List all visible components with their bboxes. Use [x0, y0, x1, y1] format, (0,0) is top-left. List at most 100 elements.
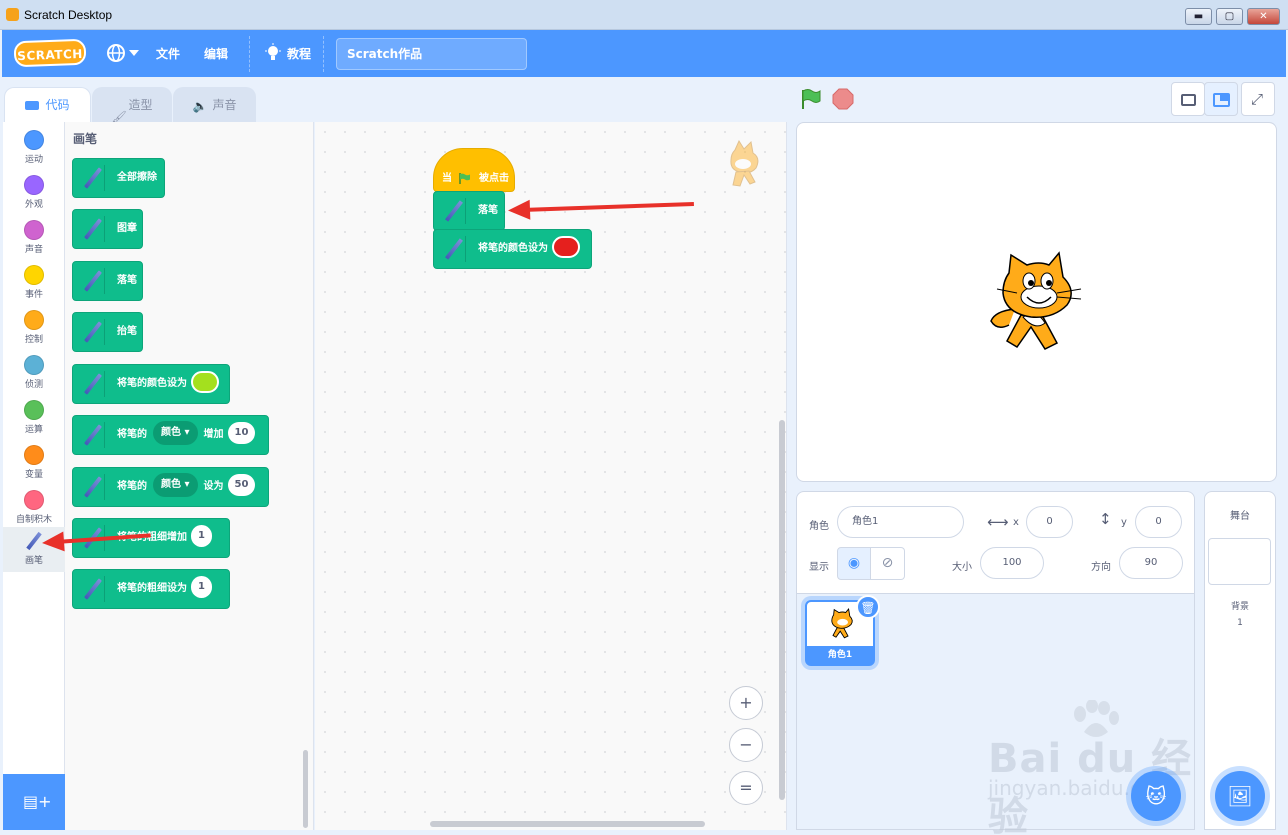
- normal-stage-button[interactable]: [1204, 82, 1238, 116]
- category-variables[interactable]: 变量: [3, 441, 65, 486]
- block-erase-all[interactable]: 全部擦除: [72, 158, 165, 198]
- stage-title: 舞台: [1230, 511, 1250, 522]
- category-my-blocks[interactable]: 自制积木: [3, 486, 65, 531]
- size-label: 大小: [952, 562, 972, 573]
- workspace-vertical-scrollbar[interactable]: [779, 420, 785, 800]
- block-label: 抬笔: [117, 326, 137, 337]
- category-dot: [24, 220, 44, 240]
- x-input[interactable]: 0: [1026, 506, 1073, 538]
- block-set-pen-param[interactable]: 将笔的 颜色 ▾ 设为 50: [72, 467, 269, 507]
- category-dot: [24, 265, 44, 285]
- hat-when-flag-clicked[interactable]: 当 被点击: [433, 148, 515, 192]
- param-dropdown[interactable]: 颜色 ▾: [153, 473, 198, 497]
- category-motion[interactable]: 运动: [3, 126, 65, 171]
- category-dot: [24, 175, 44, 195]
- block-label: 将笔的颜色设为: [478, 243, 548, 254]
- fullscreen-button[interactable]: ⤢: [1241, 82, 1275, 116]
- palette-scrollbar[interactable]: [303, 750, 308, 828]
- block-pen-up[interactable]: 抬笔: [72, 312, 143, 352]
- minimize-button[interactable]: ▬: [1185, 8, 1212, 25]
- edit-menu[interactable]: 编辑: [204, 45, 228, 62]
- block-label: 将笔的: [117, 429, 147, 440]
- tab-code[interactable]: 代码: [4, 87, 91, 124]
- block-label: 设为: [203, 481, 224, 492]
- stage-canvas[interactable]: [796, 122, 1277, 482]
- globe-icon[interactable]: [106, 43, 126, 63]
- tab-costumes[interactable]: 🖌造型: [92, 87, 172, 124]
- ws-block-pen-down[interactable]: 落笔: [433, 191, 505, 231]
- number-input[interactable]: 10: [227, 422, 256, 444]
- block-label: 全部擦除: [117, 172, 157, 183]
- block-change-pen-param[interactable]: 将笔的 颜色 ▾ 增加 10: [72, 415, 269, 455]
- tab-sounds[interactable]: 🔈 声音: [173, 87, 256, 123]
- scratch-logo[interactable]: SCRATCH: [13, 38, 87, 68]
- block-set-pen-color[interactable]: 将笔的颜色设为: [72, 364, 230, 404]
- zoom-reset-button[interactable]: =: [729, 771, 763, 805]
- small-stage-button[interactable]: [1171, 82, 1205, 116]
- choose-backdrop-button[interactable]: 🖼: [1215, 771, 1265, 821]
- hide-sprite-eye-slash-icon[interactable]: ⊘: [871, 547, 905, 580]
- number-input[interactable]: 1: [191, 525, 212, 547]
- menu-divider: [249, 36, 250, 72]
- category-label: 画笔: [24, 556, 43, 566]
- category-dot: [24, 400, 44, 420]
- y-label: y: [1121, 517, 1127, 528]
- direction-input[interactable]: 90: [1119, 547, 1183, 579]
- zoom-out-button[interactable]: −: [729, 728, 763, 762]
- green-flag-icon[interactable]: [799, 88, 823, 110]
- app-icon: [6, 8, 19, 21]
- code-icon: [25, 101, 40, 110]
- category-looks[interactable]: 外观: [3, 171, 65, 216]
- category-events[interactable]: 事件: [3, 261, 65, 306]
- number-input[interactable]: 50: [227, 474, 256, 496]
- category-dot: [24, 355, 44, 375]
- y-input[interactable]: 0: [1135, 506, 1182, 538]
- pen-icon: [440, 236, 466, 262]
- trash-icon[interactable]: 🗑: [856, 595, 880, 619]
- dropdown-value: 颜色: [161, 427, 181, 438]
- palette-title: 画笔: [73, 132, 98, 146]
- block-stamp[interactable]: 图章: [72, 209, 143, 249]
- category-operators[interactable]: 运算: [3, 396, 65, 441]
- choose-sprite-button[interactable]: 🐱: [1131, 771, 1181, 821]
- category-dot: [24, 445, 44, 465]
- number-input[interactable]: 1: [191, 576, 212, 598]
- x-label: x: [1013, 517, 1019, 528]
- show-sprite-eye-icon[interactable]: ◉: [837, 547, 871, 580]
- tutorials-menu[interactable]: 教程: [287, 45, 311, 62]
- sprite-cat[interactable]: [987, 251, 1087, 355]
- block-pen-down[interactable]: 落笔: [72, 261, 143, 301]
- zoom-in-button[interactable]: +: [729, 686, 763, 720]
- show-label: 显示: [809, 562, 829, 573]
- maximize-button[interactable]: ▢: [1216, 8, 1243, 25]
- baidu-watermark: Bai du 经验 jingyan.baidu.com: [988, 699, 1228, 835]
- close-window-button[interactable]: ✕: [1247, 8, 1280, 25]
- file-menu[interactable]: 文件: [156, 45, 180, 62]
- project-title-input[interactable]: Scratch作品: [336, 38, 527, 70]
- category-menu: 运动 外观 声音 事件 控制 侦测 运算 变量 自制积木 画笔: [3, 122, 65, 830]
- color-swatch[interactable]: [552, 236, 580, 258]
- add-extension-button[interactable]: ▤+: [3, 774, 65, 830]
- language-chevron-down-icon[interactable]: [129, 50, 139, 56]
- color-swatch[interactable]: [191, 371, 219, 393]
- stop-icon[interactable]: [832, 88, 854, 110]
- backdrops-label: 背景: [1230, 602, 1249, 612]
- direction-label: 方向: [1091, 562, 1111, 573]
- lightbulb-icon[interactable]: [264, 43, 282, 63]
- category-sound[interactable]: 声音: [3, 216, 65, 261]
- block-set-pen-size[interactable]: 将笔的粗细设为 1: [72, 569, 230, 609]
- param-dropdown[interactable]: 颜色 ▾: [153, 421, 198, 445]
- category-label: 外观: [24, 200, 43, 210]
- category-label: 声音: [24, 245, 43, 255]
- ws-block-set-pen-color[interactable]: 将笔的颜色设为: [433, 229, 592, 269]
- category-sensing[interactable]: 侦测: [3, 351, 65, 396]
- pen-icon: [79, 216, 105, 242]
- workspace-horizontal-scrollbar[interactable]: [430, 821, 705, 827]
- sprite-name-label: 角色: [809, 521, 829, 532]
- sprite-name-input[interactable]: 角色1: [837, 506, 964, 538]
- sprite-cat-thumbnail: [827, 607, 857, 641]
- size-input[interactable]: 100: [980, 547, 1044, 579]
- backdrop-thumbnail[interactable]: [1208, 538, 1271, 585]
- category-label: 运动: [24, 155, 43, 165]
- category-control[interactable]: 控制: [3, 306, 65, 351]
